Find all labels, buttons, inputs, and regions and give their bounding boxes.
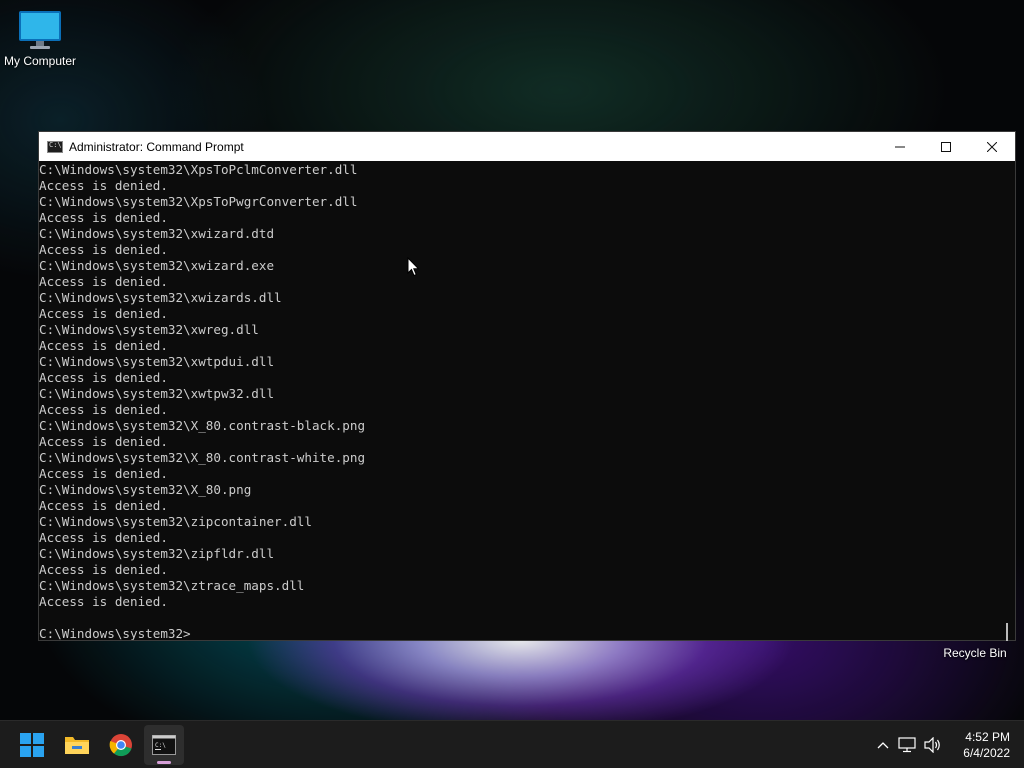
chrome-icon (109, 734, 132, 757)
console-line: C:\Windows\system32\XpsToPwgrConverter.d… (39, 194, 358, 209)
minimize-icon (895, 146, 905, 147)
console-line: Access is denied. (39, 178, 168, 193)
close-icon (987, 141, 997, 152)
console-line: Access is denied. (39, 338, 168, 353)
console-line: Access is denied. (39, 306, 168, 321)
console-line: Access is denied. (39, 242, 168, 257)
desktop-icon-label: Recycle Bin (943, 646, 1007, 660)
volume-button[interactable] (920, 721, 946, 768)
clock-date: 6/4/2022 (963, 746, 1010, 760)
cmd-icon: C:\ (152, 735, 176, 755)
network-icon (898, 737, 916, 753)
taskbar: C:\ 4:52 PM 6/4/2022 (0, 720, 1024, 768)
console-line: C:\Windows\system32\xwizard.exe (39, 258, 275, 273)
console-line: C:\Windows\system32\xwtpdui.dll (39, 354, 275, 369)
console-line: C:\Windows\system32\zipcontainer.dll (39, 514, 312, 529)
console-line: Access is denied. (39, 402, 168, 417)
console-line: C:\Windows\system32\xwizards.dll (39, 290, 282, 305)
console-line: C:\Windows\system32\X_80.contrast-black.… (39, 418, 366, 433)
network-button[interactable] (894, 721, 920, 768)
svg-text:C:\: C:\ (155, 742, 166, 749)
console-line: C:\Windows\system32\xwizard.dtd (39, 226, 275, 241)
taskbar-clock[interactable]: 4:52 PM 6/4/2022 (963, 729, 1010, 761)
taskbar-chrome[interactable] (101, 725, 141, 765)
show-hidden-icons-button[interactable] (872, 721, 894, 768)
chevron-up-icon (877, 742, 889, 749)
cmd-icon (47, 140, 63, 153)
window-title: Administrator: Command Prompt (69, 139, 244, 154)
folder-icon (65, 737, 89, 754)
vertical-scrollbar[interactable] (999, 161, 1015, 641)
console-line: Access is denied. (39, 370, 168, 385)
console-line: Access is denied. (39, 434, 168, 449)
console-line: C:\Windows\system32\X_80.contrast-white.… (39, 450, 366, 465)
console-line: Access is denied. (39, 530, 168, 545)
active-indicator (157, 761, 171, 764)
window-titlebar[interactable]: Administrator: Command Prompt (39, 132, 1015, 161)
computer-icon (19, 11, 61, 49)
desktop-icon-label: My Computer (3, 54, 77, 68)
console-line: Access is denied. (39, 466, 168, 481)
console-line: C:\Windows\system32\xwtpw32.dll (39, 386, 275, 401)
console-line: C:\Windows\system32> (39, 626, 191, 640)
desktop-icon-my-computer[interactable]: My Computer (0, 10, 80, 68)
console-line: Access is denied. (39, 274, 168, 289)
mouse-pointer-icon (407, 257, 420, 277)
clock-time: 4:52 PM (965, 730, 1010, 744)
start-button[interactable] (12, 725, 52, 765)
system-tray (872, 721, 946, 768)
console-line: C:\Windows\system32\zipfldr.dll (39, 546, 275, 561)
volume-icon (924, 737, 940, 753)
console-line: Access is denied. (39, 498, 168, 513)
minimize-button[interactable] (877, 132, 923, 161)
console-line: Access is denied. (39, 562, 168, 577)
close-button[interactable] (969, 132, 1015, 161)
taskbar-command-prompt[interactable]: C:\ (144, 725, 184, 765)
maximize-button[interactable] (923, 132, 969, 161)
console-line: Access is denied. (39, 594, 168, 609)
console-output[interactable]: C:\Windows\system32\XpsToPclmConverter.d… (39, 161, 999, 640)
command-prompt-window[interactable]: Administrator: Command Prompt C:\Windows… (38, 131, 1016, 641)
console-line: Access is denied. (39, 210, 168, 225)
desktop-icon-recycle-bin[interactable]: Recycle Bin (935, 646, 1015, 660)
maximize-icon (941, 141, 951, 152)
console-line: C:\Windows\system32\X_80.png (39, 482, 252, 497)
console-line: C:\Windows\system32\XpsToPclmConverter.d… (39, 162, 358, 177)
scrollbar-thumb[interactable] (1006, 623, 1008, 641)
taskbar-file-explorer[interactable] (57, 725, 97, 765)
windows-start-icon (20, 733, 44, 757)
console-line: C:\Windows\system32\xwreg.dll (39, 322, 259, 337)
console-line: C:\Windows\system32\ztrace_maps.dll (39, 578, 305, 593)
